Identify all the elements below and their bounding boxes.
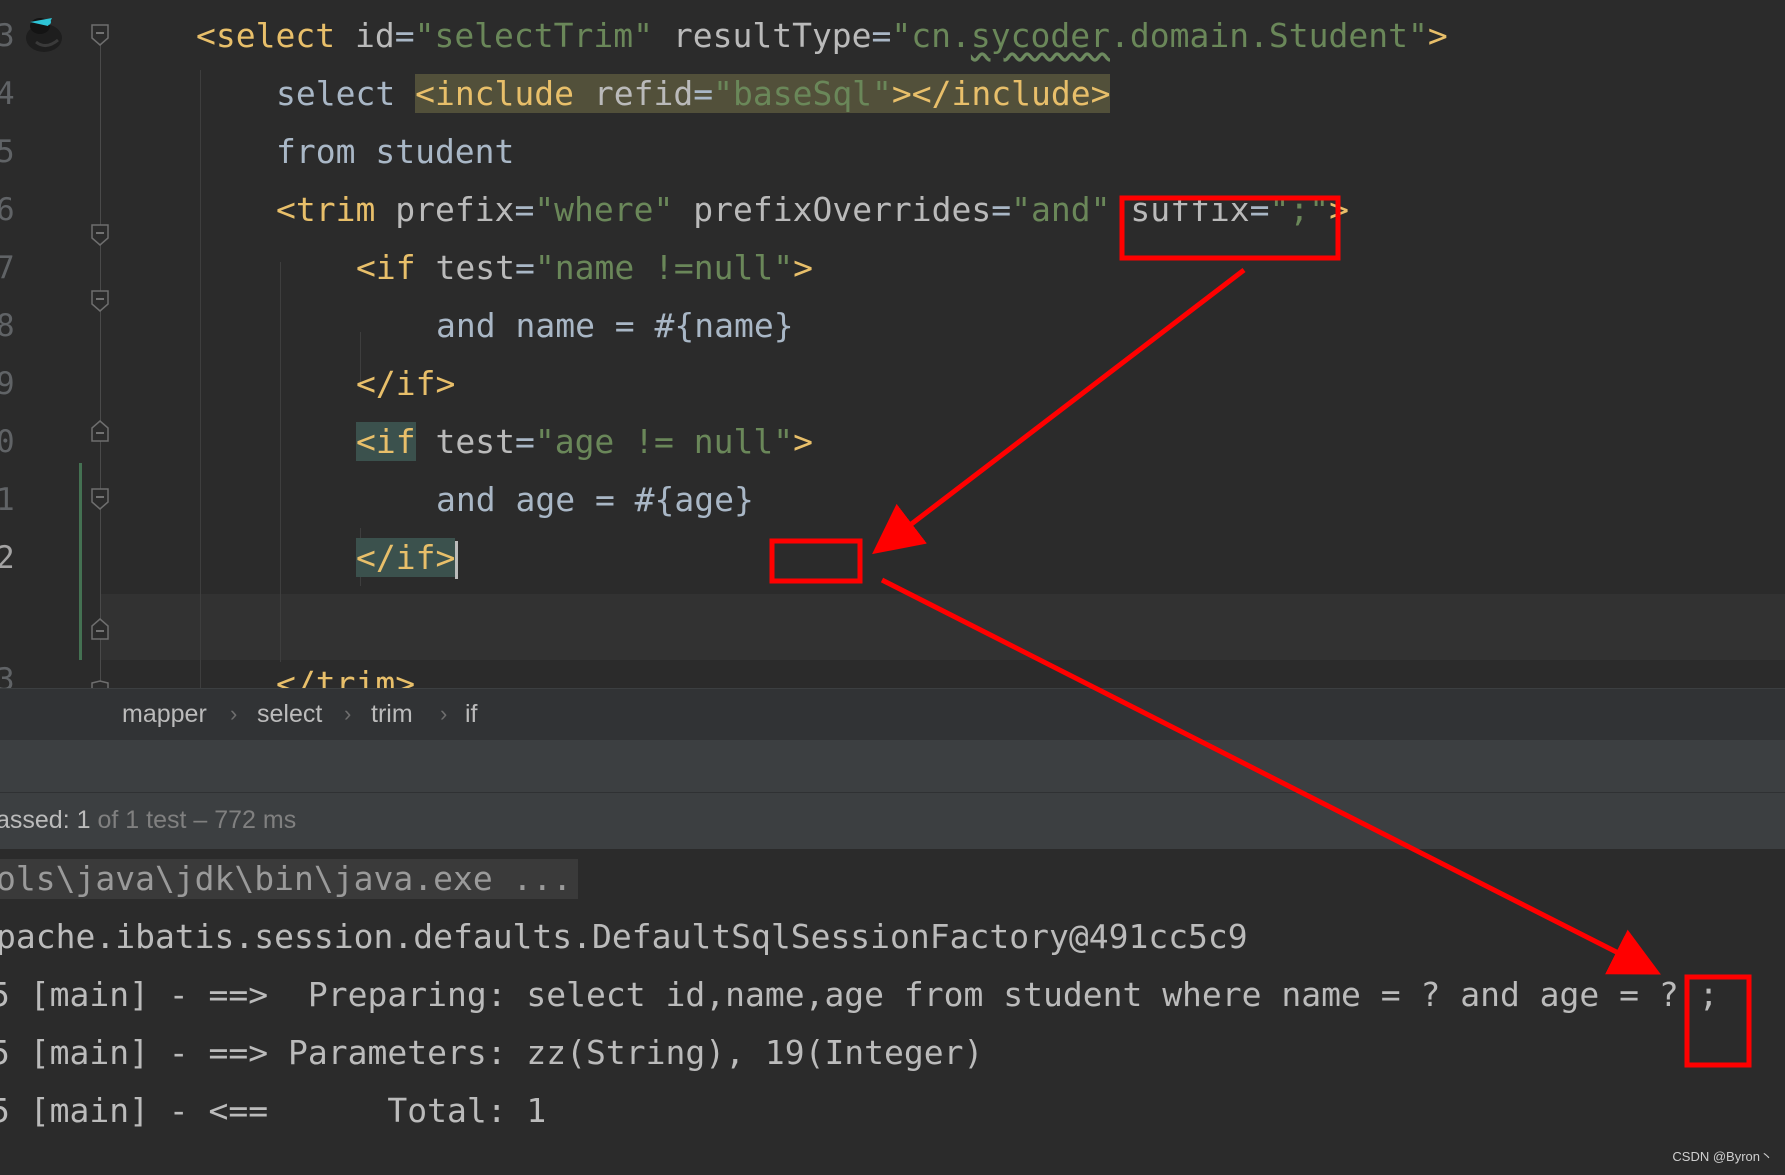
xml-attribute: resultType — [653, 16, 872, 55]
xml-value: ";" — [1269, 190, 1330, 229]
xml-attribute: id — [354, 16, 395, 55]
xml-tag: <if — [356, 248, 436, 287]
xml-value: "name !=null" — [534, 248, 794, 287]
chevron-right-icon: › — [230, 701, 238, 726]
text-caret — [455, 540, 459, 579]
vcs-change-marker — [79, 463, 82, 660]
code-line-if-close-current[interactable]: </if> — [356, 538, 459, 579]
breadcrumb-item-trim[interactable]: trim — [371, 699, 413, 729]
indent-guide — [200, 70, 201, 688]
xml-attribute: prefixOverrides — [673, 190, 992, 229]
xml-value: "age != null" — [534, 422, 794, 461]
equals-sign: = — [514, 422, 535, 461]
xml-attribute: test — [415, 422, 515, 461]
xml-tag: </if> — [356, 364, 456, 403]
line-number: 7 — [0, 250, 15, 286]
matched-tag-highlight: </if> — [356, 538, 456, 577]
line-number: 1 — [0, 482, 15, 518]
console-command-line: ols\java\jdk\bin\java.exe ... — [0, 859, 579, 899]
equals-sign: = — [1249, 190, 1270, 229]
line-number: 3 — [0, 662, 15, 688]
test-status-bar: assed: 1 of 1 test – 772 ms — [0, 792, 1785, 849]
xml-tag: > — [793, 248, 813, 287]
console-line-parameters: 5 [main] - ==> Parameters: zz(String), 1… — [0, 1033, 984, 1072]
indent-guide — [280, 262, 281, 662]
xml-attribute: suffix — [1110, 190, 1250, 229]
xml-attribute: prefix — [395, 190, 515, 229]
spell-check-warning: sycoder — [970, 16, 1110, 55]
test-duration: of 1 test – 772 ms — [90, 806, 297, 834]
fold-marker-icon[interactable] — [91, 420, 109, 442]
test-result-summary: assed: 1 of 1 test – 772 ms — [0, 805, 296, 835]
fold-marker-icon[interactable] — [91, 488, 109, 510]
run-console[interactable]: ols\java\jdk\bin\java.exe ... pache.ibat… — [0, 849, 1785, 1175]
watermark: CSDN @Byron丶 — [1672, 1149, 1773, 1164]
passed-count: 1 — [76, 806, 91, 834]
code-line-trim-open[interactable]: <trim prefix="where" prefixOverrides="an… — [276, 190, 1349, 230]
xml-tag: > — [1427, 16, 1448, 55]
console-line: pache.ibatis.session.defaults.DefaultSql… — [0, 917, 1248, 956]
code-line-if-age[interactable]: <if test="age != null"> — [356, 422, 813, 462]
fold-marker-icon[interactable] — [91, 680, 109, 688]
mybatis-bird-icon[interactable] — [22, 12, 68, 54]
xml-value: .domain.Student" — [1109, 16, 1428, 55]
line-number: 6 — [0, 192, 15, 228]
xml-attribute: test — [435, 248, 515, 287]
fold-marker-icon[interactable] — [91, 618, 109, 640]
code-line-select-open[interactable]: <select id="selectTrim" resultType="cn.s… — [196, 16, 1448, 56]
breadcrumb-item-select[interactable]: select — [257, 699, 322, 729]
xml-tag: <include — [415, 74, 594, 113]
code-line-and-name[interactable]: and name = #{name} — [436, 306, 794, 346]
xml-value: "and" — [1011, 190, 1111, 229]
equals-sign: = — [514, 190, 535, 229]
matched-tag-highlight: <if — [356, 422, 416, 461]
equals-sign: = — [394, 16, 415, 55]
chevron-right-icon: › — [440, 701, 448, 726]
code-line-if-name[interactable]: <if test="name !=null"> — [356, 248, 813, 288]
line-number: 5 — [0, 134, 15, 170]
code-editor[interactable]: 3 4 5 6 7 8 9 0 1 2 3 <select id="select… — [0, 0, 1785, 688]
xml-tag: <select — [196, 16, 355, 55]
xml-value: "baseSql" — [713, 74, 892, 113]
current-line-highlight — [100, 594, 1785, 660]
chevron-right-icon: › — [344, 701, 352, 726]
breadcrumb: mapper › select › trim › if — [0, 688, 1785, 741]
breadcrumb-item-mapper[interactable]: mapper — [122, 699, 207, 729]
code-line-and-age[interactable]: and age = #{age} — [436, 480, 754, 520]
xml-tag: > — [793, 422, 813, 461]
equals-sign: = — [871, 16, 892, 55]
line-number: 4 — [0, 76, 15, 112]
xml-tag: > — [1329, 190, 1349, 229]
tool-window-header — [0, 740, 1785, 793]
breadcrumb-item-if[interactable]: if — [465, 699, 478, 729]
fold-marker-icon[interactable] — [91, 290, 109, 312]
xml-value: "selectTrim" — [414, 16, 653, 55]
fold-marker-icon[interactable] — [91, 224, 109, 246]
code-line-trim-close[interactable]: </trim> — [276, 664, 415, 688]
line-number-current: 2 — [0, 540, 15, 576]
console-line-preparing: 5 [main] - ==> Preparing: select id,name… — [0, 975, 1719, 1014]
xml-value: "where" — [534, 190, 674, 229]
xml-attribute: refid — [593, 74, 694, 113]
line-number: 8 — [0, 308, 15, 344]
equals-sign: = — [693, 74, 714, 113]
equals-sign: = — [991, 190, 1012, 229]
line-number: 0 — [0, 424, 15, 460]
fold-guide-line — [100, 36, 101, 688]
console-line-total: 5 [main] - <== Total: 1 — [0, 1091, 547, 1130]
include-highlight: <include refid="baseSql"></include> — [415, 74, 1111, 113]
code-line-from[interactable]: from student — [276, 132, 514, 172]
code-line-select-include[interactable]: select <include refid="baseSql"></includ… — [276, 74, 1111, 114]
code-line-if-close[interactable]: </if> — [356, 364, 455, 404]
equals-sign: = — [514, 248, 535, 287]
line-number: 9 — [0, 366, 15, 402]
xml-tag: </trim> — [276, 664, 416, 688]
sql-keyword: select — [276, 74, 416, 113]
passed-label: assed: — [0, 806, 70, 834]
xml-value: "cn. — [891, 16, 971, 55]
fold-marker-icon[interactable] — [91, 24, 109, 46]
xml-tag: <trim — [276, 190, 396, 229]
xml-tag: ></include> — [891, 74, 1111, 113]
